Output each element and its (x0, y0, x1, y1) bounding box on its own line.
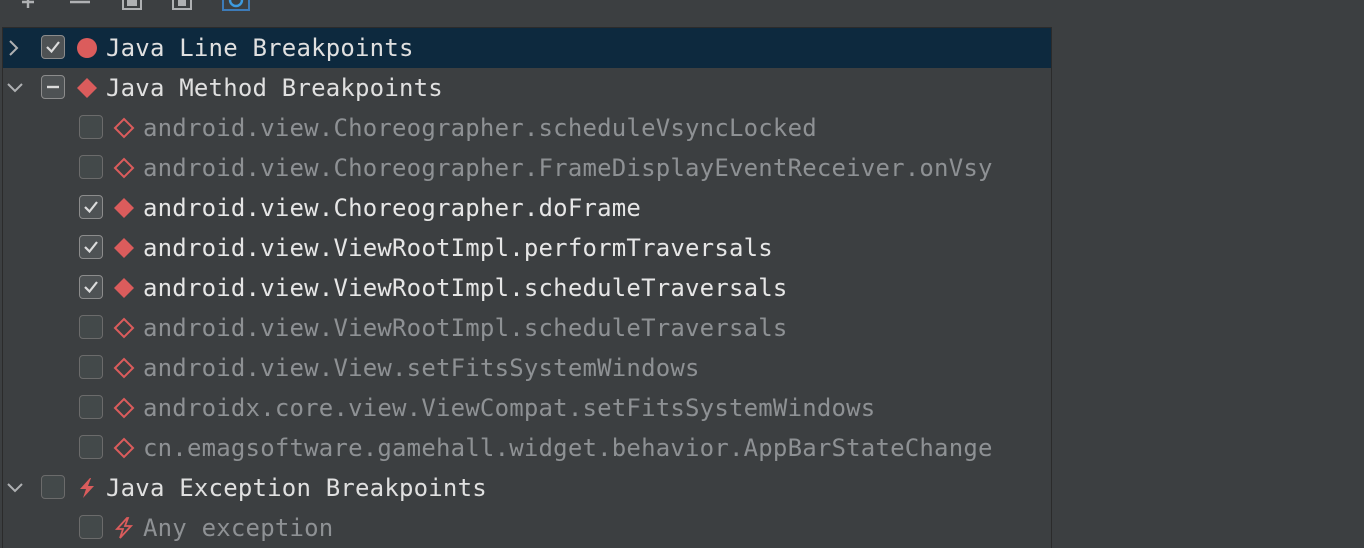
exception-breakpoint-disabled-icon (114, 517, 134, 539)
group-java-method-breakpoints[interactable]: Java Method Breakpoints (3, 68, 1051, 108)
list-item[interactable]: android.view.Choreographer.doFrame (3, 188, 1051, 228)
group-checkbox-line[interactable] (41, 35, 65, 59)
breakpoint-label: cn.emagsoftware.gamehall.widget.behavior… (143, 434, 993, 462)
chevron-down-icon[interactable] (5, 478, 25, 498)
item-checkbox[interactable] (79, 115, 103, 139)
group-java-exception-breakpoints[interactable]: Java Exception Breakpoints (3, 468, 1051, 508)
method-breakpoint-icon (114, 278, 134, 298)
breakpoints-tree[interactable]: Java Line Breakpoints Java Method Breakp… (2, 27, 1052, 548)
method-breakpoint-icon (77, 78, 97, 98)
item-checkbox[interactable] (79, 315, 103, 339)
group-label: Java Exception Breakpoints (106, 474, 487, 502)
group-icon[interactable] (120, 0, 144, 16)
add-icon[interactable] (16, 0, 40, 16)
breakpoint-label: android.view.ViewRootImpl.scheduleTraver… (143, 314, 788, 342)
list-item[interactable]: android.view.ViewRootImpl.scheduleTraver… (3, 268, 1051, 308)
item-checkbox[interactable] (79, 435, 103, 459)
breakpoint-label: android.view.Choreographer.FrameDisplayE… (143, 154, 993, 182)
breakpoints-toolbar (0, 0, 1364, 20)
item-checkbox[interactable] (79, 275, 103, 299)
method-breakpoint-disabled-icon (113, 317, 135, 339)
breakpoint-label: androidx.core.view.ViewCompat.setFitsSys… (143, 394, 876, 422)
list-item[interactable]: android.view.Choreographer.scheduleVsync… (3, 108, 1051, 148)
breakpoint-label: android.view.Choreographer.scheduleVsync… (143, 114, 817, 142)
exception-breakpoint-icon (80, 478, 94, 498)
group-java-line-breakpoints[interactable]: Java Line Breakpoints (3, 28, 1051, 68)
list-item[interactable]: Any exception (3, 508, 1051, 548)
list-item[interactable]: android.view.Choreographer.FrameDisplayE… (3, 148, 1051, 188)
list-item[interactable]: cn.emagsoftware.gamehall.widget.behavior… (3, 428, 1051, 468)
ungroup-icon[interactable] (170, 0, 194, 16)
item-checkbox[interactable] (79, 395, 103, 419)
list-item[interactable]: android.view.ViewRootImpl.performTravers… (3, 228, 1051, 268)
group-label: Java Line Breakpoints (106, 34, 414, 62)
group-label: Java Method Breakpoints (106, 74, 443, 102)
method-breakpoint-icon (114, 198, 134, 218)
chevron-down-icon[interactable] (5, 78, 25, 98)
list-item[interactable]: android.view.ViewRootImpl.scheduleTraver… (3, 308, 1051, 348)
method-breakpoint-icon (114, 238, 134, 258)
method-breakpoint-disabled-icon (113, 437, 135, 459)
item-checkbox[interactable] (79, 355, 103, 379)
breakpoint-label: android.view.Choreographer.doFrame (143, 194, 642, 222)
breakpoint-label: android.view.ViewRootImpl.scheduleTraver… (143, 274, 788, 302)
group-checkbox-method[interactable] (41, 75, 65, 99)
chevron-right-icon[interactable] (5, 38, 25, 58)
item-checkbox[interactable] (79, 155, 103, 179)
method-breakpoint-disabled-icon (113, 397, 135, 419)
method-breakpoint-disabled-icon (113, 357, 135, 379)
item-checkbox[interactable] (79, 515, 103, 539)
breakpoint-label: android.view.ViewRootImpl.performTravers… (143, 234, 773, 262)
list-item[interactable]: androidx.core.view.ViewCompat.setFitsSys… (3, 388, 1051, 428)
group-checkbox-exception[interactable] (41, 475, 65, 499)
list-item[interactable]: android.view.View.setFitsSystemWindows (3, 348, 1051, 388)
item-checkbox[interactable] (79, 235, 103, 259)
breakpoint-label: Any exception (143, 514, 334, 542)
method-breakpoint-disabled-icon (113, 157, 135, 179)
breakpoint-details-pane (1052, 20, 1364, 534)
restore-icon[interactable] (222, 0, 250, 16)
breakpoint-label: android.view.View.setFitsSystemWindows (143, 354, 700, 382)
remove-icon[interactable] (68, 0, 92, 16)
item-checkbox[interactable] (79, 195, 103, 219)
line-breakpoint-icon (77, 38, 97, 58)
method-breakpoint-disabled-icon (113, 117, 135, 139)
